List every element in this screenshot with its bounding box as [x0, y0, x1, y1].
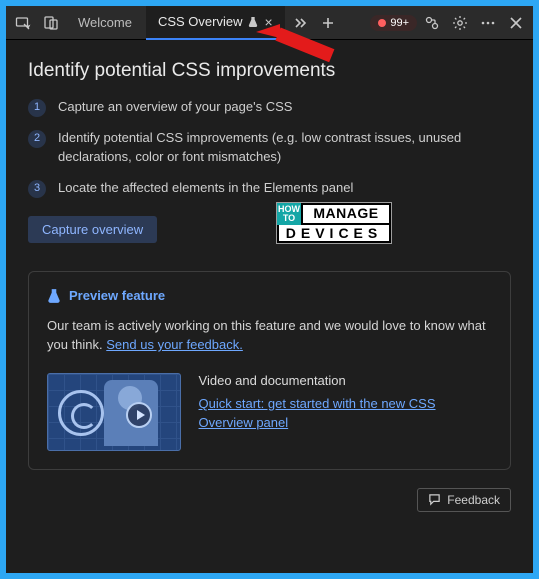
step-item: 1 Capture an overview of your page's CSS [28, 98, 511, 117]
step-text: Identify potential CSS improvements (e.g… [58, 129, 511, 167]
steps-list: 1 Capture an overview of your page's CSS… [28, 98, 511, 198]
content-area: Identify potential CSS improvements 1 Ca… [6, 40, 533, 573]
more-tabs-chevron-icon[interactable] [287, 10, 313, 36]
devtools-panel: Welcome CSS Overview × 99+ [6, 6, 533, 573]
device-toggle-icon[interactable] [38, 10, 64, 36]
step-number: 1 [28, 99, 46, 117]
error-dot-icon [378, 19, 386, 27]
add-tab-icon[interactable] [315, 10, 341, 36]
media-text: Video and documentation Quick start: get… [199, 373, 492, 433]
close-devtools-icon[interactable] [503, 10, 529, 36]
play-icon [126, 402, 152, 428]
flask-icon [47, 288, 61, 304]
feedback-button-label: Feedback [447, 493, 500, 507]
watermark: HOW TO MANAGE DEVICES [276, 202, 392, 244]
tab-css-overview[interactable]: CSS Overview × [146, 6, 285, 40]
preview-heading: Preview feature [47, 288, 492, 304]
step-item: 2 Identify potential CSS improvements (e… [28, 129, 511, 167]
feedback-button[interactable]: Feedback [417, 488, 511, 512]
tab-label: CSS Overview [158, 14, 243, 29]
close-icon[interactable]: × [264, 15, 272, 29]
media-row: Video and documentation Quick start: get… [47, 373, 492, 451]
preview-heading-text: Preview feature [69, 288, 165, 303]
inspect-icon[interactable] [10, 10, 36, 36]
errors-count: 99+ [390, 17, 409, 29]
step-item: 3 Locate the affected elements in the El… [28, 179, 511, 198]
quickstart-link[interactable]: Quick start: get started with the new CS… [199, 396, 436, 431]
step-text: Capture an overview of your page's CSS [58, 98, 292, 117]
watermark-to: TO [283, 214, 295, 223]
extensions-icon[interactable] [419, 10, 445, 36]
watermark-devices: DEVICES [277, 225, 391, 243]
gear-icon[interactable] [447, 10, 473, 36]
feedback-link[interactable]: Send us your feedback. [106, 337, 243, 352]
capture-overview-button[interactable]: Capture overview [28, 216, 157, 243]
preview-panel: Preview feature Our team is actively wor… [28, 271, 511, 470]
page-title: Identify potential CSS improvements [28, 60, 511, 82]
step-text: Locate the affected elements in the Elem… [58, 179, 353, 198]
step-number: 2 [28, 130, 46, 148]
video-thumbnail[interactable] [47, 373, 181, 451]
step-number: 3 [28, 180, 46, 198]
footer: Feedback [28, 488, 511, 512]
video-heading: Video and documentation [199, 373, 492, 388]
more-icon[interactable] [475, 10, 501, 36]
tab-label: Welcome [78, 15, 132, 30]
flask-icon [248, 16, 258, 28]
tab-welcome[interactable]: Welcome [66, 6, 144, 40]
chat-icon [428, 493, 441, 506]
tab-bar: Welcome CSS Overview × 99+ [6, 6, 533, 40]
preview-body: Our team is actively working on this fea… [47, 316, 492, 355]
errors-badge[interactable]: 99+ [370, 15, 417, 31]
watermark-manage: MANAGE [301, 203, 391, 225]
